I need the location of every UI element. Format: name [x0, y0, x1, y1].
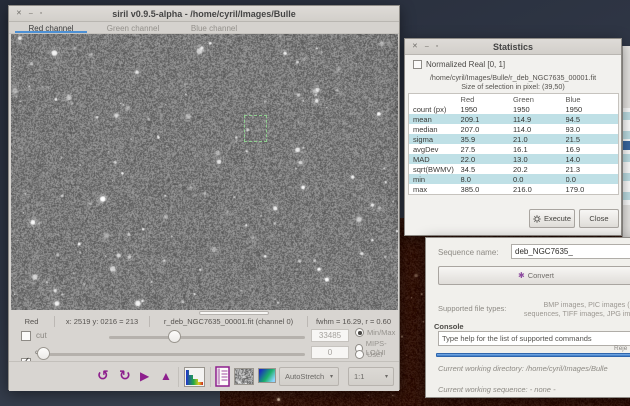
window-title: siril v0.9.5-alpha - /home/cyril/Images/… — [9, 9, 399, 19]
close-button[interactable]: Close — [579, 209, 619, 228]
statistics-selection-size: Size of selection in pixel: (39,50) — [405, 82, 621, 91]
status-coordinates: x: 2519 y: 0216 = 213 — [54, 316, 149, 327]
supported-types-label: Supported file types: — [438, 304, 506, 313]
toolbar-separator — [210, 367, 211, 387]
hi-value-entry[interactable] — [311, 329, 349, 342]
screen: { "icons": { "close": "✕", "minimize": "… — [0, 0, 630, 406]
autostretch-dropdown[interactable]: AutoStretch ▾ — [279, 367, 339, 386]
execute-button[interactable]: Execute — [529, 209, 575, 228]
color-preview-button[interactable] — [258, 368, 276, 383]
rotate-cw-icon[interactable]: ↻ — [119, 367, 131, 384]
normalized-label: Normalized Real [0, 1] — [426, 60, 505, 69]
execute-gear-icon — [533, 215, 541, 223]
bottom-toolbar: ↺ ↻ ▶ ▲ AutoStretch ▾ 1:1 — [9, 361, 399, 391]
autostretch-label: AutoStretch — [285, 372, 324, 381]
main-window: ✕ – ▫ siril v0.9.5-alpha - /home/cyril/I… — [8, 5, 400, 390]
table-row[interactable]: sqrt(BWMV)34.520.221.3 — [409, 164, 618, 174]
zoom-label: 1:1 — [354, 372, 364, 381]
lo-slider-track[interactable] — [49, 353, 305, 356]
convert-button[interactable]: ✱ Convert — [438, 266, 630, 285]
statistics-table: Red Green Blue count (px)195019501950 me… — [408, 93, 619, 195]
statistics-title: Statistics — [405, 42, 621, 52]
close-label: Close — [589, 214, 608, 223]
table-row[interactable]: sigma35.921.021.5 — [409, 134, 618, 144]
table-row[interactable]: mean209.1114.994.5 — [409, 114, 618, 124]
rotate-ccw-icon[interactable]: ↺ — [97, 367, 109, 384]
zoom-dropdown[interactable]: 1:1 ▾ — [348, 367, 394, 386]
progress-label: Reje — [614, 345, 627, 352]
table-row[interactable]: count (px)195019501950 — [409, 104, 618, 114]
working-directory-text: Current working directory: /home/cyril/I… — [438, 364, 608, 373]
grayscale-preview-button[interactable] — [234, 368, 254, 385]
radio-icon — [355, 328, 364, 337]
convert-label: Convert — [528, 271, 554, 280]
progress-bar — [436, 353, 630, 357]
statistics-file-path: /home/cyril/Images/Bulle/r_deb_NGC7635_0… — [405, 73, 621, 82]
sequence-name-label: Sequence name: — [438, 248, 499, 257]
sliver-table — [623, 108, 630, 205]
status-filename: r_deb_NGC7635_00001.fit (channel 0) — [149, 316, 307, 327]
col-header-red: Red — [461, 95, 513, 104]
log-document-icon[interactable] — [215, 366, 230, 387]
histogram-icon[interactable] — [184, 367, 205, 387]
sliver-row — [623, 131, 630, 139]
console-input[interactable] — [438, 331, 630, 346]
tab-green-channel[interactable]: Green channel — [95, 22, 171, 34]
active-tab-underline — [15, 31, 87, 34]
sliver-row — [623, 192, 630, 200]
sliver-row — [623, 154, 630, 162]
radio-minmax[interactable]: Min/Max — [355, 328, 395, 337]
normalized-checkbox[interactable] — [413, 60, 422, 69]
chevron-down-icon: ▾ — [330, 373, 333, 380]
sliver-selected-row — [623, 141, 630, 150]
mirror-y-icon[interactable]: ▲ — [160, 369, 172, 383]
main-titlebar[interactable]: ✕ – ▫ siril v0.9.5-alpha - /home/cyril/I… — [9, 6, 399, 22]
table-row[interactable]: min8.00.00.0 — [409, 174, 618, 184]
hi-slider-track[interactable] — [109, 336, 305, 339]
toolbar-separator — [178, 367, 179, 387]
sliver-row — [623, 173, 630, 181]
background-window-sliver — [622, 46, 630, 242]
tab-label: Green channel — [107, 24, 159, 33]
statistics-window: ✕ – ▫ Statistics Normalized Real [0, 1] … — [404, 38, 622, 236]
starfield-image — [11, 34, 398, 310]
image-display-area[interactable] — [11, 34, 398, 310]
console-label: Console — [434, 322, 464, 331]
radio-icon — [355, 350, 364, 359]
supported-types-value: BMP images, PIC images (IRIS) sequences,… — [514, 300, 630, 319]
working-sequence-text: Current working sequence: - none - — [438, 385, 556, 394]
tab-label: Blue channel — [191, 24, 237, 33]
cut-label: cut — [36, 331, 47, 340]
status-fwhm: fwhm = 16.29, r = 0.60 — [307, 316, 399, 327]
table-row[interactable]: max385.0216.0179.0 — [409, 184, 618, 194]
sequence-name-input[interactable] — [511, 244, 630, 259]
col-header-green: Green — [513, 95, 565, 104]
control-window: Sequence name: ✱ Convert Supported file … — [425, 237, 630, 398]
radio-label: Min/Max — [367, 328, 395, 337]
col-header-blue: Blue — [566, 95, 618, 104]
lo-slider-thumb[interactable] — [37, 347, 50, 360]
status-bar: Red x: 2519 y: 0216 = 213 r_deb_NGC7635_… — [9, 316, 399, 327]
status-channel: Red — [9, 316, 54, 327]
sliver-row — [623, 112, 630, 120]
display-controls: cut ✓ ∞ Min/Max MIPS-LO/HI User — [9, 327, 399, 361]
scrollbar-thumb[interactable] — [199, 311, 269, 315]
radio-label: User — [367, 350, 383, 359]
radio-user[interactable]: User — [355, 350, 383, 359]
convert-icon: ✱ — [518, 271, 525, 280]
tab-blue-channel[interactable]: Blue channel — [179, 22, 249, 34]
table-header-row: Red Green Blue — [409, 94, 618, 104]
cut-checkbox[interactable] — [21, 331, 31, 341]
hi-slider-thumb[interactable] — [168, 330, 181, 343]
statistics-titlebar[interactable]: ✕ – ▫ Statistics — [405, 39, 621, 55]
table-row[interactable]: median207.0114.093.0 — [409, 124, 618, 134]
mirror-x-icon[interactable]: ▶ — [140, 369, 149, 383]
chevron-down-icon: ▾ — [385, 373, 388, 380]
selection-rectangle[interactable] — [244, 115, 267, 142]
channel-tabbar: Red channel Green channel Blue channel — [9, 22, 399, 34]
table-row[interactable]: avgDev27.516.116.9 — [409, 144, 618, 154]
execute-label: Execute — [544, 214, 571, 223]
lo-value-entry[interactable] — [311, 346, 349, 359]
table-row[interactable]: MAD22.013.014.0 — [409, 154, 618, 164]
